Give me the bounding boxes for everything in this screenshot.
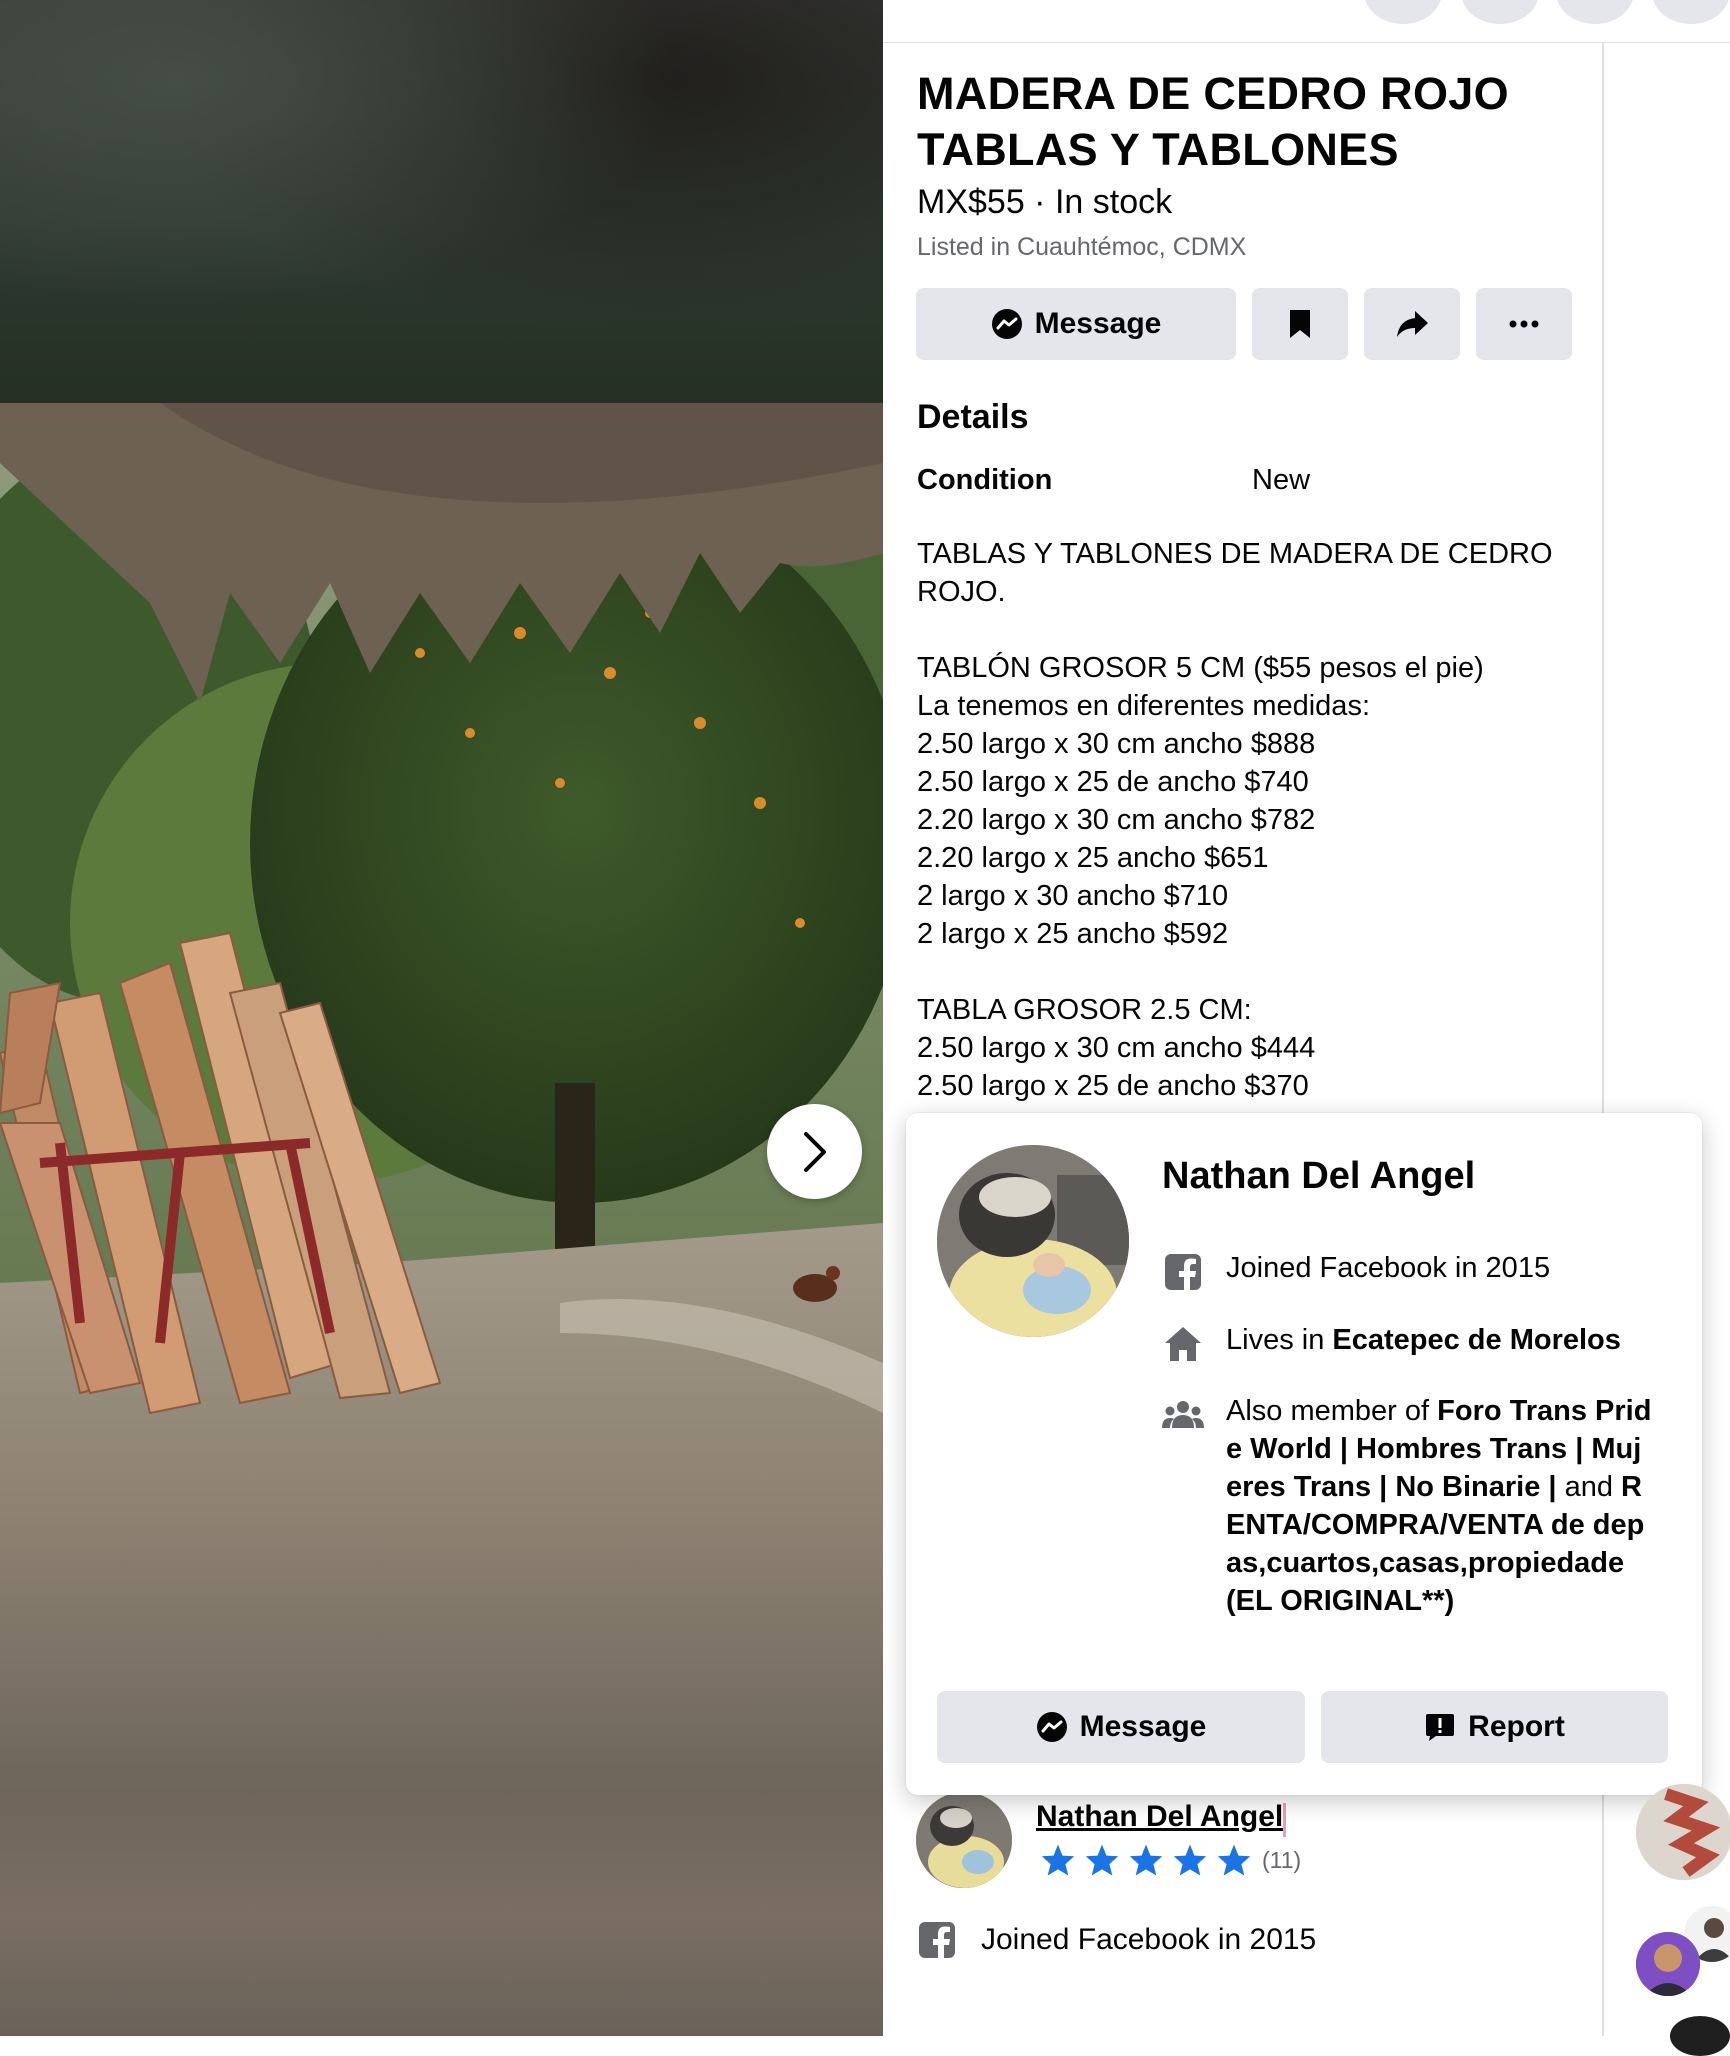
avatar-photo (937, 1145, 1129, 1337)
profile-lives-text: Lives in Ecatepec de Morelos (1226, 1321, 1656, 1359)
messenger-icon (1036, 1711, 1068, 1743)
related-listing-thumbnail[interactable] (1636, 1784, 1730, 1880)
lives-prefix: Lives in (1226, 1324, 1333, 1356)
star-icon (1084, 1843, 1120, 1877)
facebook-icon (917, 1920, 957, 1960)
seller-profile-card: Nathan Del Angel Joined Facebook in 2015… (906, 1113, 1702, 1795)
facebook-icon (1162, 1251, 1204, 1293)
description-line: 2.20 largo x 25 ancho $651 (917, 842, 1269, 874)
description-line: 2.50 largo x 30 cm ancho $444 (917, 1032, 1316, 1064)
message-button-label: Message (1034, 307, 1162, 340)
photo-blur-background-bottom (0, 1793, 883, 2036)
seller-rating: (11) (1040, 1843, 1301, 1877)
description-line: ROJO. (917, 576, 1006, 608)
bookmark-icon (1290, 310, 1310, 338)
description-line: 2.20 largo x 30 cm ancho $782 (917, 804, 1316, 836)
profile-joined-text: Joined Facebook in 2015 (1226, 1252, 1551, 1284)
text-cursor (1283, 1803, 1286, 1837)
avatar-photo (916, 1792, 1012, 1888)
profile-message-button[interactable]: Message (937, 1691, 1305, 1763)
profile-groups-text: Also member of Foro Trans Pride World | … (1226, 1392, 1656, 1620)
lives-place-link[interactable]: Ecatepec de Morelos (1332, 1324, 1621, 1356)
description-container: TABLAS Y TABLONES DE MADERA DE CEDRO ROJ… (917, 535, 1567, 1110)
chevron-right-icon (803, 1131, 826, 1172)
profile-avatar[interactable] (937, 1145, 1129, 1337)
share-arrow-icon (1397, 311, 1428, 337)
description-line: 2 largo x 30 ancho $710 (917, 880, 1229, 912)
avatar-photo (1636, 1932, 1700, 1996)
description-line: La tenemos en diferentes medidas: (917, 690, 1370, 722)
listing-photo[interactable] (0, 403, 883, 1793)
profile-message-label: Message (1079, 1710, 1207, 1743)
toolbar-icon-button[interactable] (1364, 0, 1442, 24)
seller-avatar[interactable] (916, 1792, 1012, 1888)
description-line: TABLÓN GROSOR 5 CM ($55 pesos el pie) (917, 652, 1484, 684)
thumbnail-image (1636, 1784, 1730, 1880)
condition-value: New (1252, 464, 1311, 496)
home-icon (1162, 1323, 1204, 1365)
star-icon (1216, 1843, 1252, 1877)
photo-viewer (0, 0, 883, 2036)
listing-title: MADERA DE CEDRO ROJO TABLAS Y TABLONES (917, 68, 1509, 175)
profile-name[interactable]: Nathan Del Angel (1162, 1155, 1475, 1198)
star-icon (1128, 1843, 1164, 1877)
account-icon-button[interactable] (1652, 0, 1730, 24)
description-line: 2.50 largo x 30 cm ancho $888 (917, 728, 1316, 760)
seller-joined-text: Joined Facebook in 2015 (981, 1923, 1317, 1956)
related-avatar[interactable] (1670, 2016, 1730, 2056)
message-seller-button[interactable]: Message (916, 288, 1236, 360)
more-options-button[interactable] (1476, 288, 1572, 360)
save-button[interactable] (1252, 288, 1348, 360)
next-photo-button[interactable] (767, 1104, 862, 1199)
listing-photo-image (0, 403, 883, 1793)
description-line (917, 611, 1567, 649)
report-icon (1424, 1712, 1456, 1742)
related-avatar[interactable] (1636, 1932, 1700, 1996)
star-icon (1040, 1843, 1076, 1877)
star-icon (1172, 1843, 1208, 1877)
listing-location: Listed in Cuauhtémoc, CDMX (917, 233, 1247, 261)
seller-name-link[interactable]: Nathan Del Angel (1036, 1800, 1283, 1834)
more-dots-icon (1509, 320, 1539, 328)
description-line: TABLAS Y TABLONES DE MADERA DE CEDRO (917, 538, 1553, 570)
groups-icon (1162, 1394, 1204, 1436)
listing-description: TABLAS Y TABLONES DE MADERA DE CEDRO ROJ… (917, 535, 1567, 1105)
description-line: 2 largo x 25 ancho $592 (917, 918, 1229, 950)
photo-blur-background-top (0, 0, 883, 403)
member-prefix: Also member of (1226, 1395, 1438, 1427)
listing-price-stock: MX$55 · In stock (917, 183, 1173, 221)
messenger-icon (991, 308, 1023, 340)
messenger-icon-button[interactable] (1461, 0, 1539, 24)
report-button[interactable]: Report (1321, 1691, 1668, 1763)
share-button[interactable] (1364, 288, 1460, 360)
details-heading: Details (917, 398, 1029, 436)
condition-label: Condition (917, 464, 1053, 496)
description-line: 2.50 largo x 25 de ancho $370 (917, 1070, 1309, 1102)
report-label: Report (1468, 1710, 1565, 1743)
member-and: and (1556, 1471, 1622, 1503)
description-line (917, 953, 1567, 991)
description-line: 2.50 largo x 25 de ancho $740 (917, 766, 1309, 798)
description-line: TABLA GROSOR 2.5 CM: (917, 994, 1252, 1026)
rating-count: (11) (1262, 1846, 1302, 1873)
notifications-icon-button[interactable] (1556, 0, 1634, 24)
